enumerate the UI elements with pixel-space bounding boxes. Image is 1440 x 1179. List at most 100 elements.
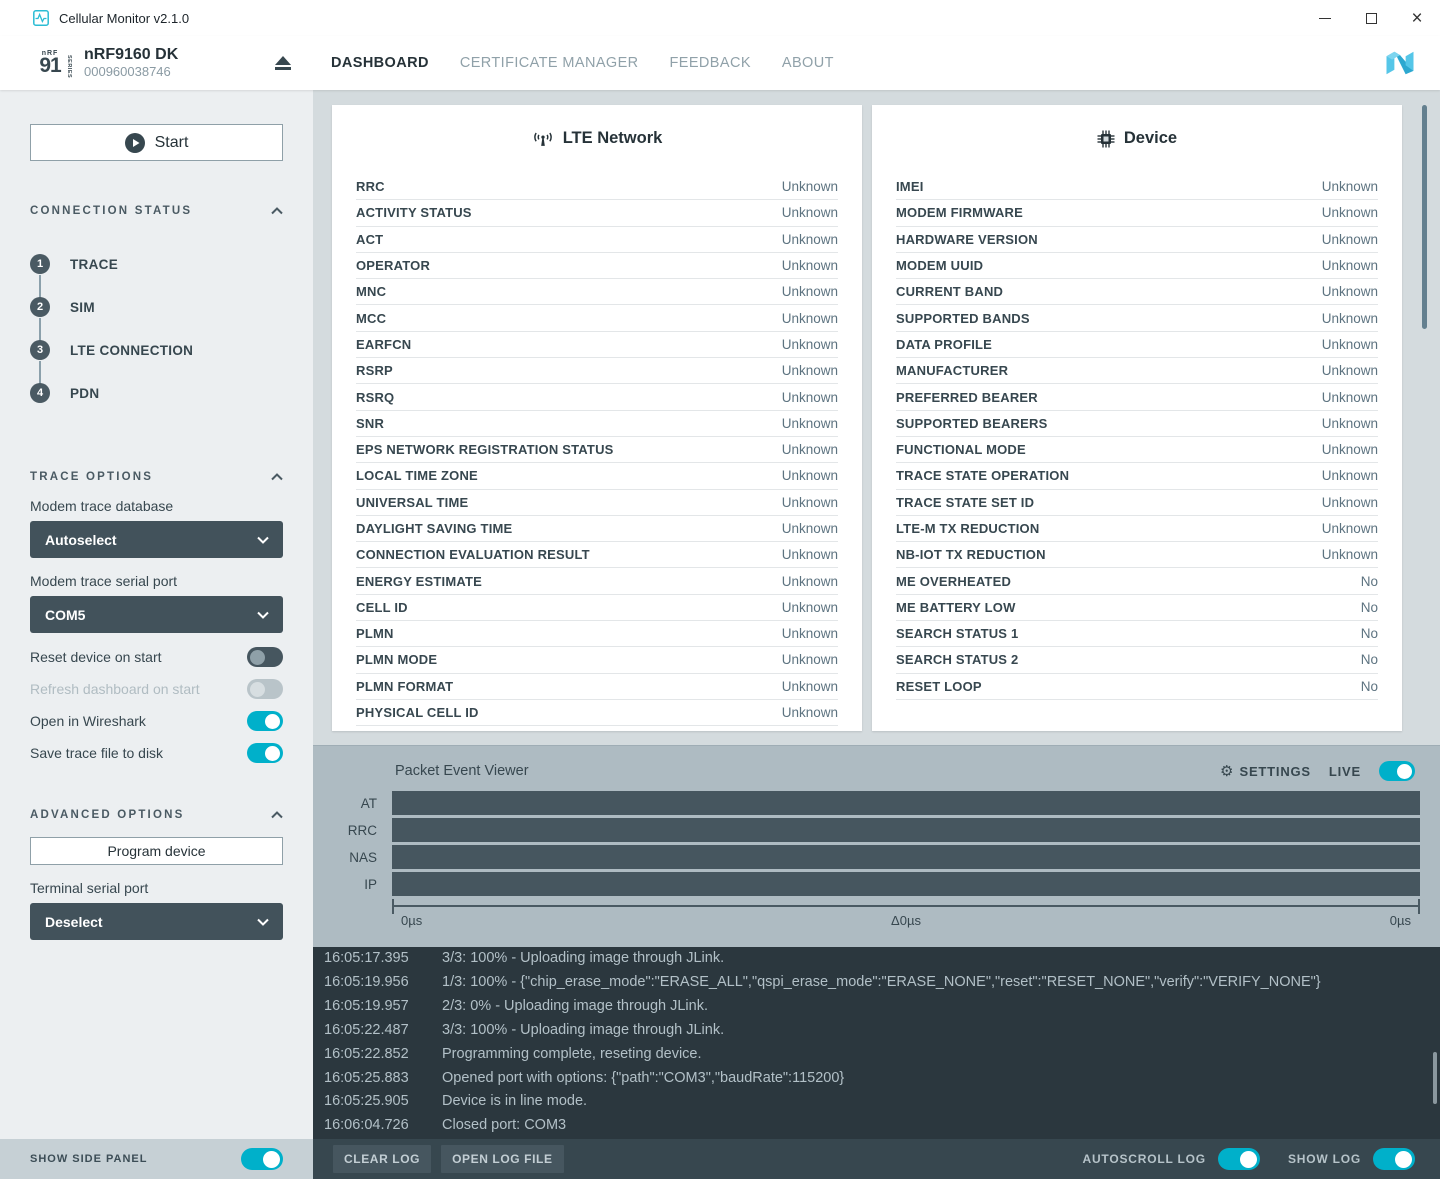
app-icon — [33, 10, 49, 26]
row-label: MNC — [356, 284, 386, 299]
table-row: RSRQ Unknown — [356, 384, 838, 410]
clear-log-button[interactable]: CLEAR LOG — [333, 1145, 431, 1173]
table-row: SEARCH STATUS 2 No — [896, 647, 1378, 673]
table-row: FUNCTIONAL MODE Unknown — [896, 437, 1378, 463]
row-value: Unknown — [782, 179, 838, 194]
table-row: SUPPORTED BEARERS Unknown — [896, 411, 1378, 437]
terminal-serial-port-select[interactable]: Deselect — [30, 903, 283, 940]
logo-series-text: SERIES — [66, 55, 72, 78]
start-button[interactable]: Start — [30, 124, 283, 161]
toggle-switch[interactable] — [247, 679, 283, 699]
track-bar[interactable] — [392, 791, 1420, 815]
toggle-row: Open in Wireshark — [30, 705, 283, 737]
row-value: Unknown — [1322, 495, 1378, 510]
table-row: TRACE STATE OPERATION Unknown — [896, 463, 1378, 489]
step-label: LTE CONNECTION — [70, 343, 193, 358]
log-message: Opened port with options: {"path":"COM3"… — [442, 1067, 844, 1091]
table-row: ACTIVITY STATUS Unknown — [356, 200, 838, 226]
show-log-toggle[interactable] — [1373, 1148, 1415, 1170]
maximize-button[interactable] — [1348, 0, 1394, 36]
row-label: SNR — [356, 416, 384, 431]
table-row: TRACE STATE SET ID Unknown — [896, 490, 1378, 516]
trace-options-header[interactable]: TRACE OPTIONS — [30, 471, 283, 483]
minimize-button[interactable] — [1302, 0, 1348, 36]
step-label: TRACE — [70, 257, 118, 272]
connection-status-steps: 1 TRACE 2 SIM 3 LTE CONNECTION 4 PDN — [30, 243, 283, 415]
table-row: PLMN MODE Unknown — [356, 647, 838, 673]
row-value: No — [1361, 574, 1378, 589]
dropdown-field: Modem trace database Autoselect — [30, 498, 283, 558]
row-label: RESET LOOP — [896, 679, 982, 694]
track-bar[interactable] — [392, 872, 1420, 896]
row-value: Unknown — [782, 600, 838, 615]
settings-button[interactable]: ⚙ SETTINGS — [1220, 764, 1311, 779]
step-number-badge: 2 — [30, 297, 50, 317]
program-device-button[interactable]: Program device — [30, 837, 283, 865]
row-value: Unknown — [782, 521, 838, 536]
row-value: Unknown — [782, 468, 838, 483]
toggle-switch[interactable] — [247, 711, 283, 731]
row-value: No — [1361, 626, 1378, 641]
log-message: 3/3: 100% - Uploading image through JLin… — [442, 1019, 724, 1043]
log-timestamp: 16:06:04.726 — [324, 1114, 442, 1138]
log-message: 2/3: 0% - Uploading image through JLink. — [442, 995, 708, 1019]
row-label: EARFCN — [356, 337, 411, 352]
row-label: DATA PROFILE — [896, 337, 992, 352]
row-label: LOCAL TIME ZONE — [356, 468, 478, 483]
device-card-title: Device — [1124, 129, 1177, 148]
row-value: Unknown — [1322, 442, 1378, 457]
row-label: RRC — [356, 179, 385, 194]
dropdown-select[interactable]: COM5 — [30, 596, 283, 633]
toggle-switch[interactable] — [247, 743, 283, 763]
eject-device-button[interactable] — [275, 56, 291, 70]
row-label: HARDWARE VERSION — [896, 232, 1038, 247]
track-bar[interactable] — [392, 818, 1420, 842]
live-toggle[interactable] — [1379, 761, 1415, 781]
row-value: Unknown — [782, 390, 838, 405]
row-label: CONNECTION EVALUATION RESULT — [356, 547, 590, 562]
dashboard-scrollbar[interactable] — [1422, 105, 1427, 329]
log-entry: 16:05:19.956 1/3: 100% - {"chip_erase_mo… — [324, 971, 1440, 995]
row-value: Unknown — [1322, 311, 1378, 326]
track-bar[interactable] — [392, 845, 1420, 869]
axis-delta-label: Δ0µs — [891, 913, 921, 928]
show-side-panel-toggle[interactable] — [241, 1148, 283, 1170]
connection-step: 3 LTE CONNECTION — [30, 329, 283, 372]
log-panel[interactable]: 16:05:17.395 3/3: 100% - Uploading image… — [313, 947, 1440, 1139]
axis-tick-right — [1418, 899, 1420, 914]
play-icon — [125, 133, 145, 153]
nav-tab[interactable]: ABOUT — [782, 55, 834, 71]
step-number-badge: 4 — [30, 383, 50, 403]
row-value: Unknown — [782, 626, 838, 641]
log-scrollbar[interactable] — [1433, 1052, 1437, 1104]
table-row: HARDWARE VERSION Unknown — [896, 227, 1378, 253]
open-log-file-button[interactable]: OPEN LOG FILE — [441, 1145, 563, 1173]
dropdown-select[interactable]: Autoselect — [30, 521, 283, 558]
nav-tab[interactable]: CERTIFICATE MANAGER — [460, 55, 639, 71]
table-row: MODEM FIRMWARE Unknown — [896, 200, 1378, 226]
connection-status-header[interactable]: CONNECTION STATUS — [30, 205, 283, 217]
step-label: PDN — [70, 386, 99, 401]
row-value: No — [1361, 600, 1378, 615]
log-timestamp: 16:05:25.883 — [324, 1067, 442, 1091]
log-entry: 16:05:25.905 Device is in line mode. — [324, 1090, 1440, 1114]
advanced-options-header[interactable]: ADVANCED OPTIONS — [30, 809, 283, 821]
autoscroll-log-toggle[interactable] — [1218, 1148, 1260, 1170]
row-label: PREFERRED BEARER — [896, 390, 1038, 405]
row-value: Unknown — [782, 232, 838, 247]
lte-network-icon — [532, 131, 554, 146]
row-label: RSRQ — [356, 390, 394, 405]
table-row: CURRENT BAND Unknown — [896, 279, 1378, 305]
table-row: LTE-M TX REDUCTION Unknown — [896, 516, 1378, 542]
device-selector[interactable]: nRF 91 SERIES nRF9160 DK 000960038746 — [0, 46, 313, 80]
toggle-switch[interactable] — [247, 647, 283, 667]
row-label: PLMN — [356, 626, 394, 641]
log-timestamp: 16:05:22.487 — [324, 1019, 442, 1043]
nav-tab[interactable]: FEEDBACK — [670, 55, 751, 71]
log-entry: 16:05:17.395 3/3: 100% - Uploading image… — [324, 947, 1440, 971]
close-button[interactable]: × — [1394, 0, 1440, 36]
row-label: NB-IOT TX REDUCTION — [896, 547, 1046, 562]
nrf91-series-logo: nRF 91 SERIES — [30, 51, 70, 75]
nav-tab[interactable]: DASHBOARD — [331, 55, 429, 71]
track-label: NAS — [313, 850, 377, 865]
